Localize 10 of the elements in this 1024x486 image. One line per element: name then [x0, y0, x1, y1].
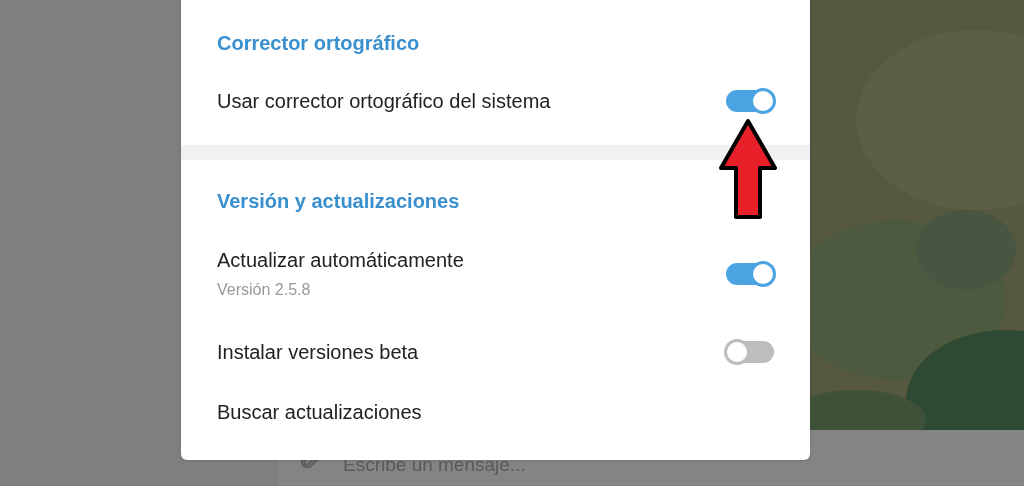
- section-title: Versión y actualizaciones: [217, 190, 460, 212]
- toggle-switch[interactable]: [726, 341, 774, 363]
- section-title: Corrector ortográfico: [217, 32, 420, 54]
- check-updates-button[interactable]: Buscar actualizaciones: [217, 400, 422, 424]
- toggle-switch[interactable]: [726, 90, 774, 112]
- version-label: Versión 2.5.8: [217, 280, 312, 300]
- setting-label: Actualizar automáticamente: [217, 248, 464, 272]
- setting-label: Instalar versiones beta: [217, 340, 419, 364]
- toggle-switch[interactable]: [726, 263, 774, 285]
- setting-label: Usar corrector ortográfico del sistema: [217, 89, 551, 113]
